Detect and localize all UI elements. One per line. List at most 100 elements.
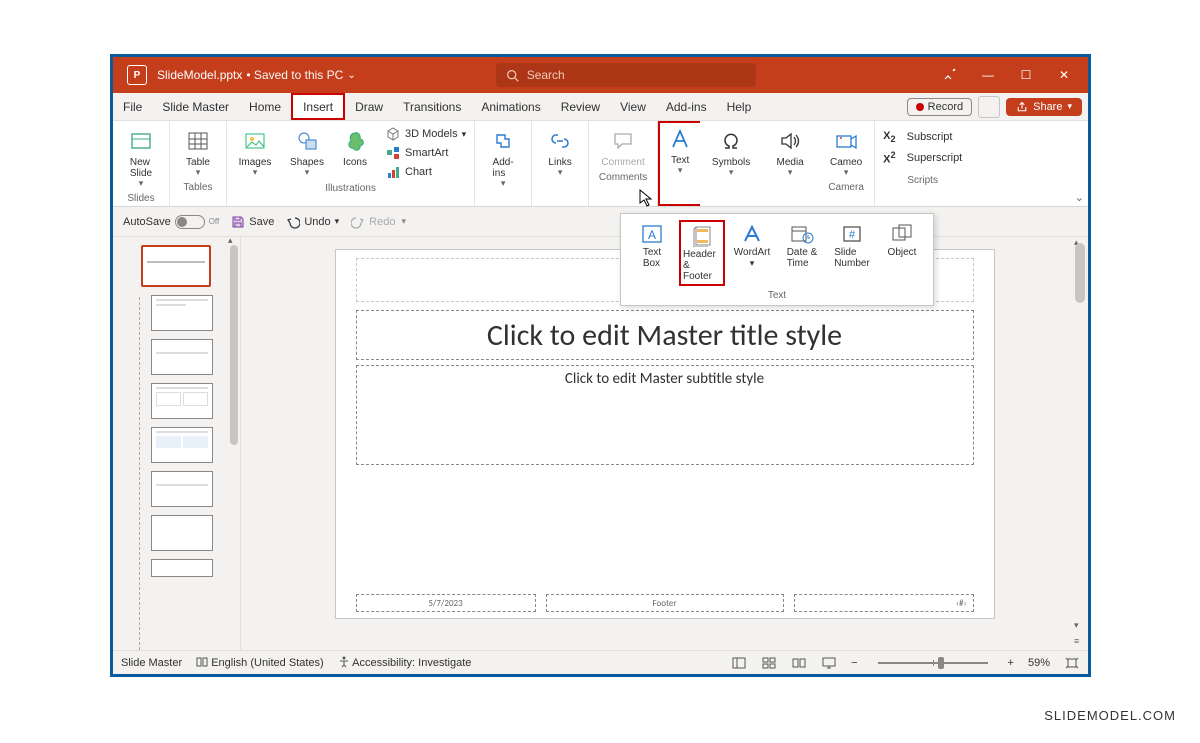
scroll-down-icon[interactable]: ▾ <box>1074 620 1084 630</box>
tab-transitions[interactable]: Transitions <box>393 93 471 120</box>
group-illustrations: Images▾ Shapes▾ Icons 3D Models ▾ SmartA… <box>227 121 475 206</box>
text-box-button[interactable]: AText Box <box>629 220 675 286</box>
symbols-button[interactable]: Symbols▾ <box>706 125 756 180</box>
save-status[interactable]: • Saved to this PC <box>246 68 343 82</box>
add-ins-button[interactable]: Add- ins▾ <box>481 125 525 191</box>
slide-layout-thumbnail[interactable] <box>151 471 213 507</box>
redo-button[interactable]: Redo <box>351 215 395 229</box>
thumbnail-scrollbar[interactable] <box>230 245 238 445</box>
slide-layout-thumbnail[interactable] <box>151 515 213 551</box>
accessibility-button[interactable]: Accessibility: Investigate <box>338 656 472 669</box>
share-label: Share <box>1033 101 1062 113</box>
chevron-down-icon[interactable]: ⌄ <box>347 70 355 81</box>
zoom-level[interactable]: 59% <box>1028 657 1050 669</box>
tab-view[interactable]: View <box>610 93 656 120</box>
document-name: SlideModel.pptx <box>157 68 242 82</box>
media-button[interactable]: Media▾ <box>768 125 812 180</box>
smartart-button[interactable]: SmartArt <box>383 144 468 162</box>
group-media: Media▾ <box>762 121 818 206</box>
comment-button[interactable]: Comment <box>595 125 651 170</box>
redo-label: Redo <box>369 216 395 228</box>
slideshow-button[interactable] <box>821 656 837 670</box>
tab-home[interactable]: Home <box>239 93 291 120</box>
tab-draw[interactable]: Draw <box>345 93 393 120</box>
smartart-label: SmartArt <box>405 147 448 159</box>
group-camera-label: Camera <box>828 182 864 193</box>
reading-view-button[interactable] <box>791 656 807 670</box>
tab-insert[interactable]: Insert <box>291 93 345 120</box>
slide-layout-thumbnail[interactable] <box>151 339 213 375</box>
group-camera: Cameo▾ Camera <box>818 121 875 206</box>
text-box-icon: A <box>638 222 666 246</box>
language-button[interactable]: English (United States) <box>196 656 324 669</box>
title-placeholder[interactable]: Click to edit Master title style <box>356 310 974 360</box>
ribbon-tabs: File Slide Master Home Insert Draw Trans… <box>113 93 1088 121</box>
ribbon-collapse-button[interactable]: ⌄ <box>1075 191 1084 204</box>
next-slide-icon[interactable]: ≡ <box>1074 636 1084 646</box>
cameo-button[interactable]: Cameo▾ <box>824 125 868 180</box>
slide-layout-thumbnail[interactable] <box>151 295 213 331</box>
3d-models-button[interactable]: 3D Models ▾ <box>383 125 468 143</box>
status-bar: Slide Master English (United States) Acc… <box>113 650 1088 674</box>
slide-master-thumbnail[interactable] <box>141 245 211 287</box>
fit-to-window-button[interactable] <box>1064 656 1080 670</box>
tab-slide-master[interactable]: Slide Master <box>152 93 239 120</box>
slide-thumbnail-panel[interactable]: ▴ <box>113 237 241 650</box>
header-footer-button[interactable]: Header & Footer <box>679 220 725 286</box>
3d-models-label: 3D Models <box>405 128 458 140</box>
tab-help[interactable]: Help <box>717 93 762 120</box>
slide-number-button[interactable]: #Slide Number <box>829 220 875 286</box>
mic-icon[interactable] <box>942 67 958 83</box>
canvas-scrollbar[interactable] <box>1075 243 1085 303</box>
group-slides: New Slide▾ Slides <box>113 121 170 206</box>
chart-icon <box>385 164 401 180</box>
ribbon-options-button[interactable] <box>978 96 1000 118</box>
tab-animations[interactable]: Animations <box>471 93 550 120</box>
links-button[interactable]: Links▾ <box>538 125 582 180</box>
icons-button[interactable]: Icons <box>337 125 373 170</box>
maximize-button[interactable]: ☐ <box>1018 67 1034 83</box>
share-button[interactable]: Share ▾ <box>1006 98 1082 116</box>
scroll-up-icon[interactable]: ▴ <box>228 237 238 245</box>
normal-view-button[interactable] <box>731 656 747 670</box>
footer-placeholder[interactable]: Footer <box>546 594 784 612</box>
slide-layout-thumbnail[interactable] <box>151 559 213 577</box>
shapes-button[interactable]: Shapes▾ <box>285 125 329 180</box>
wordart-button[interactable]: WordArt▾ <box>729 220 775 286</box>
minimize-button[interactable]: — <box>980 67 996 83</box>
speaker-icon <box>776 127 804 155</box>
group-symbols: Symbols▾ <box>700 121 762 206</box>
tab-file[interactable]: File <box>113 93 152 120</box>
text-dropdown-menu: AText Box Header & Footer WordArt▾ Date … <box>620 213 934 306</box>
icons-label: Icons <box>343 157 367 168</box>
qat-customize[interactable]: ▾ <box>401 216 406 227</box>
undo-button[interactable]: Undo▾ <box>286 215 339 229</box>
subscript-button[interactable]: X2 Subscript <box>881 129 954 145</box>
date-time-button[interactable]: Date & Time <box>779 220 825 286</box>
object-button[interactable]: Object <box>879 220 925 286</box>
images-button[interactable]: Images▾ <box>233 125 277 180</box>
tab-review[interactable]: Review <box>551 93 610 120</box>
autosave-toggle[interactable]: AutoSave Off <box>123 215 219 229</box>
subtitle-placeholder[interactable]: Click to edit Master subtitle style <box>356 365 974 465</box>
zoom-slider[interactable] <box>878 662 988 664</box>
slide-layout-thumbnail[interactable] <box>151 427 213 463</box>
close-button[interactable]: ✕ <box>1056 67 1072 83</box>
search-input[interactable]: Search <box>496 63 756 87</box>
chart-button[interactable]: Chart <box>383 163 468 181</box>
tab-add-ins[interactable]: Add-ins <box>656 93 717 120</box>
record-button[interactable]: Record <box>907 98 972 116</box>
zoom-out-button[interactable]: − <box>851 657 857 669</box>
superscript-button[interactable]: X2 Superscript <box>881 149 964 167</box>
save-button[interactable]: Save <box>231 215 274 229</box>
slide-number-placeholder[interactable]: ‹#› <box>794 594 974 612</box>
slide-layout-thumbnail[interactable] <box>151 383 213 419</box>
slide-sorter-button[interactable] <box>761 656 777 670</box>
zoom-in-button[interactable]: + <box>1008 657 1014 669</box>
superscript-icon: X2 <box>883 150 895 166</box>
toggle-switch <box>175 215 205 229</box>
table-button[interactable]: Table▾ <box>176 125 220 180</box>
new-slide-button[interactable]: New Slide▾ <box>119 125 163 191</box>
date-placeholder[interactable]: 5/7/2023 <box>356 594 536 612</box>
text-button[interactable]: Text▾ <box>658 121 700 206</box>
